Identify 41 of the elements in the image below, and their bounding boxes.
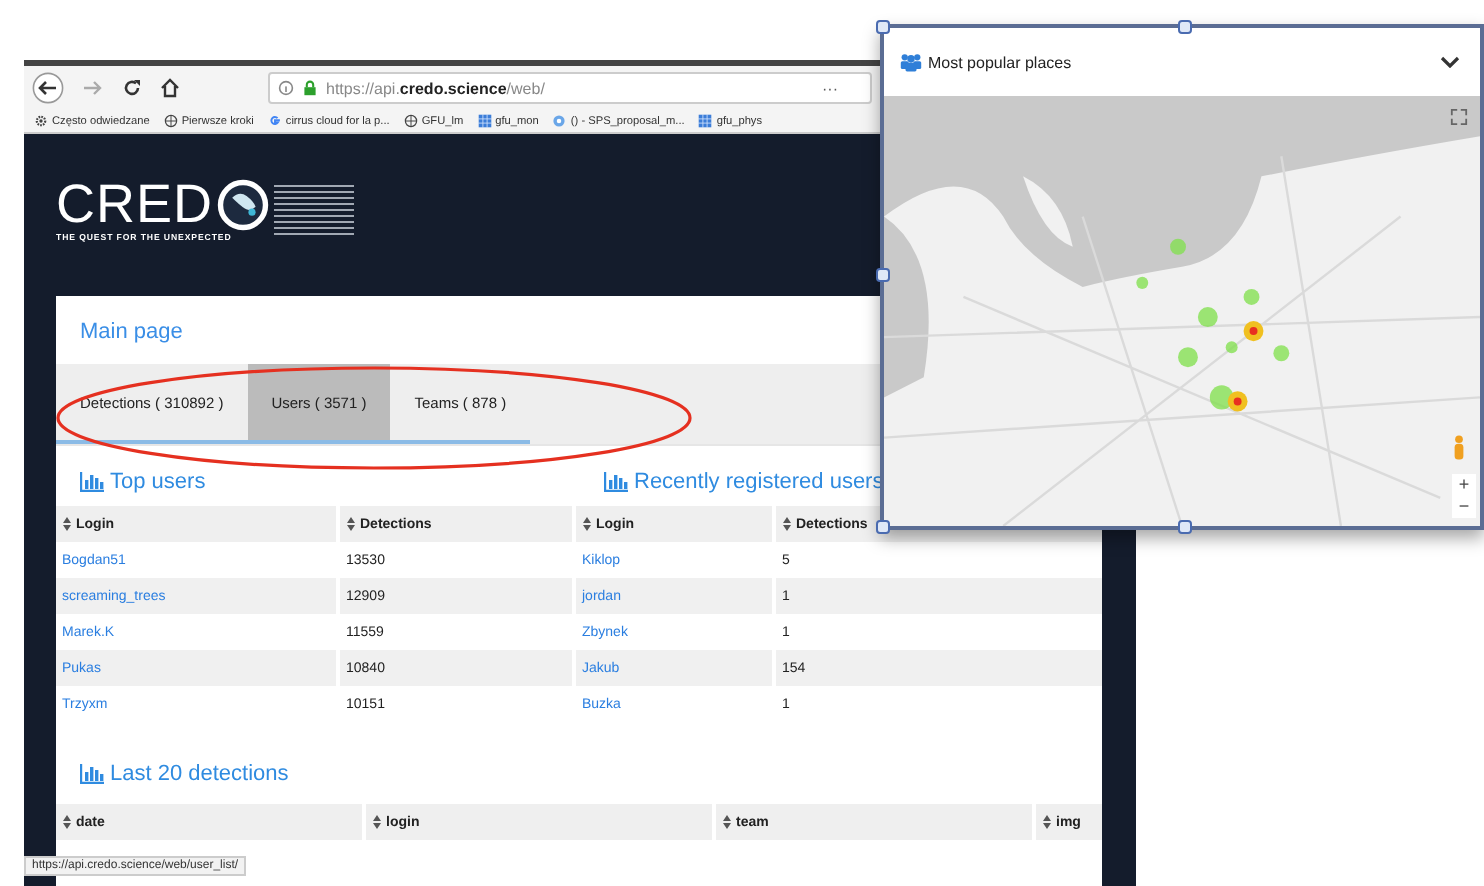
sort-icon bbox=[372, 814, 382, 830]
lock-icon bbox=[302, 80, 318, 96]
users-icon bbox=[900, 52, 922, 72]
chevron-down-icon[interactable] bbox=[1440, 56, 1460, 68]
globe-icon bbox=[403, 114, 418, 128]
url-text: https://api.credo.science/web/ bbox=[326, 79, 547, 97]
home-button[interactable] bbox=[160, 78, 180, 98]
gear-icon bbox=[34, 114, 48, 128]
map-title: Most popular places bbox=[928, 53, 1074, 71]
grid-icon bbox=[477, 114, 492, 128]
bar-chart-icon bbox=[604, 472, 628, 492]
g-letter-icon bbox=[267, 114, 282, 128]
fullscreen-icon[interactable] bbox=[1450, 108, 1468, 126]
bar-chart-icon bbox=[80, 472, 104, 492]
resize-handle[interactable] bbox=[876, 20, 890, 34]
disc-icon bbox=[552, 114, 567, 128]
info-icon bbox=[278, 80, 294, 96]
sort-icon bbox=[782, 516, 792, 532]
reload-button[interactable] bbox=[122, 78, 142, 98]
resize-handle[interactable] bbox=[876, 520, 890, 534]
page-actions-button[interactable]: ··· bbox=[822, 79, 838, 97]
sort-icon bbox=[62, 516, 72, 532]
section-title: Last 20 detections bbox=[110, 762, 289, 786]
sort-icon bbox=[62, 814, 72, 830]
grid-icon bbox=[698, 114, 713, 128]
sort-icon bbox=[1042, 814, 1052, 830]
resize-handle[interactable] bbox=[1178, 20, 1192, 34]
sort-icon bbox=[582, 516, 592, 532]
back-button[interactable] bbox=[32, 72, 64, 104]
globe-icon bbox=[163, 114, 178, 128]
sort-icon bbox=[722, 814, 732, 830]
logo-text: CRED bbox=[56, 178, 215, 232]
resize-handle[interactable] bbox=[876, 268, 890, 282]
sort-icon bbox=[346, 516, 356, 532]
section-title: Top users bbox=[110, 470, 206, 494]
bar-chart-icon bbox=[80, 764, 104, 784]
card-title: Main page bbox=[78, 318, 185, 348]
stripes-icon bbox=[274, 184, 355, 236]
resize-handle[interactable] bbox=[1178, 520, 1192, 534]
address-bar[interactable]: https://api.credo.science/web/ ··· bbox=[268, 72, 872, 104]
globe-icon bbox=[216, 178, 271, 232]
